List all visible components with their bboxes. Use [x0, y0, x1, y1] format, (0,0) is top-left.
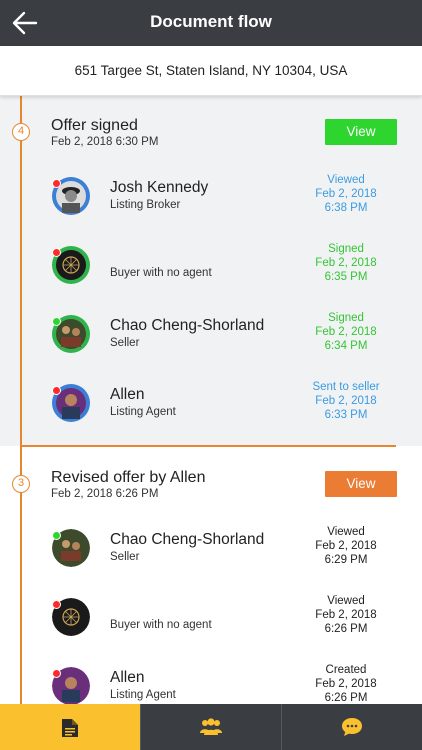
party-status: Sent to seller Feb 2, 2018 6:33 PM [296, 380, 396, 422]
unread-dot [52, 531, 61, 540]
party-name: Allen [110, 386, 145, 403]
section-date: Feb 2, 2018 6:26 PM [51, 488, 159, 500]
party-role: Listing Agent [110, 689, 176, 701]
party-row[interactable]: Josh Kennedy Listing Broker Viewed Feb 2… [0, 174, 422, 237]
tab-people[interactable] [141, 704, 281, 750]
status-time: 6:38 PM [324, 202, 368, 214]
status-label: Viewed [327, 595, 365, 607]
party-row[interactable]: Buyer with no agent Signed Feb 2, 2018 6… [0, 243, 422, 306]
status-date: Feb 2, 2018 [315, 326, 377, 338]
party-status: Viewed Feb 2, 2018 6:29 PM [296, 525, 396, 567]
party-row[interactable]: Buyer with no agent Viewed Feb 2, 2018 6… [0, 595, 422, 658]
document-icon [62, 719, 78, 737]
view-button[interactable]: View [325, 119, 397, 145]
status-date: Feb 2, 2018 [315, 609, 377, 621]
unread-dot [52, 386, 61, 395]
status-time: 6:26 PM [324, 692, 368, 704]
top-bar: Document flow [0, 0, 422, 46]
tab-chat[interactable] [282, 704, 422, 750]
status-time: 6:26 PM [324, 623, 368, 635]
party-name: Chao Cheng-Shorland [110, 317, 265, 334]
step-badge: 3 [12, 475, 30, 493]
party-row[interactable]: Allen Listing Agent Sent to seller Feb 2… [0, 381, 422, 444]
document-flow-list[interactable]: 4 Offer signed Feb 2, 2018 6:30 PM View … [0, 96, 422, 704]
bottom-tab-bar [0, 704, 422, 750]
status-label: Viewed [327, 174, 365, 186]
party-role: Seller [110, 337, 140, 349]
status-date: Feb 2, 2018 [315, 395, 377, 407]
party-role: Listing Broker [110, 199, 181, 211]
status-date: Feb 2, 2018 [315, 188, 377, 200]
unread-dot [52, 600, 61, 609]
section-date: Feb 2, 2018 6:30 PM [51, 136, 159, 148]
tab-documents[interactable] [0, 704, 140, 750]
party-role: Buyer with no agent [110, 267, 212, 279]
status-date: Feb 2, 2018 [315, 257, 377, 269]
unread-dot [52, 248, 61, 257]
party-row[interactable]: Chao Cheng-Shorland Seller Viewed Feb 2,… [0, 526, 422, 589]
status-time: 6:29 PM [324, 554, 368, 566]
unread-dot [52, 179, 61, 188]
party-row[interactable]: Allen Listing Agent Created Feb 2, 2018 … [0, 664, 422, 704]
status-time: 6:35 PM [324, 271, 368, 283]
unread-dot [52, 669, 61, 678]
section-title: Revised offer by Allen [51, 469, 206, 486]
address-bar: 651 Targee St, Staten Island, NY 10304, … [0, 46, 422, 96]
party-name: Chao Cheng-Shorland [110, 531, 265, 548]
step-badge: 4 [12, 123, 30, 141]
section-title: Offer signed [51, 117, 138, 134]
view-button[interactable]: View [325, 471, 397, 497]
party-role: Seller [110, 551, 140, 563]
status-label: Created [325, 664, 367, 676]
status-label: Sent to seller [312, 381, 380, 393]
party-name: Josh Kennedy [110, 179, 209, 196]
party-role: Listing Agent [110, 406, 176, 418]
party-row[interactable]: Chao Cheng-Shorland Seller Signed Feb 2,… [0, 312, 422, 375]
status-date: Feb 2, 2018 [315, 540, 377, 552]
status-time: 6:34 PM [324, 340, 368, 352]
group-icon [200, 718, 222, 735]
party-status: Viewed Feb 2, 2018 6:38 PM [296, 173, 396, 215]
status-label: Signed [328, 312, 364, 324]
party-status: Created Feb 2, 2018 6:26 PM [296, 663, 396, 704]
party-role: Buyer with no agent [110, 619, 212, 631]
status-time: 6:33 PM [324, 409, 368, 421]
property-address: 651 Targee St, Staten Island, NY 10304, … [74, 63, 348, 78]
status-label: Signed [328, 243, 364, 255]
party-status: Signed Feb 2, 2018 6:34 PM [296, 311, 396, 353]
chat-bubble-icon [342, 718, 362, 736]
unread-dot [52, 317, 61, 326]
status-label: Viewed [327, 526, 365, 538]
page-title: Document flow [150, 12, 272, 31]
status-date: Feb 2, 2018 [315, 678, 377, 690]
party-status: Viewed Feb 2, 2018 6:26 PM [296, 594, 396, 636]
section-divider [20, 445, 396, 447]
party-name: Allen [110, 669, 145, 686]
party-status: Signed Feb 2, 2018 6:35 PM [296, 242, 396, 284]
